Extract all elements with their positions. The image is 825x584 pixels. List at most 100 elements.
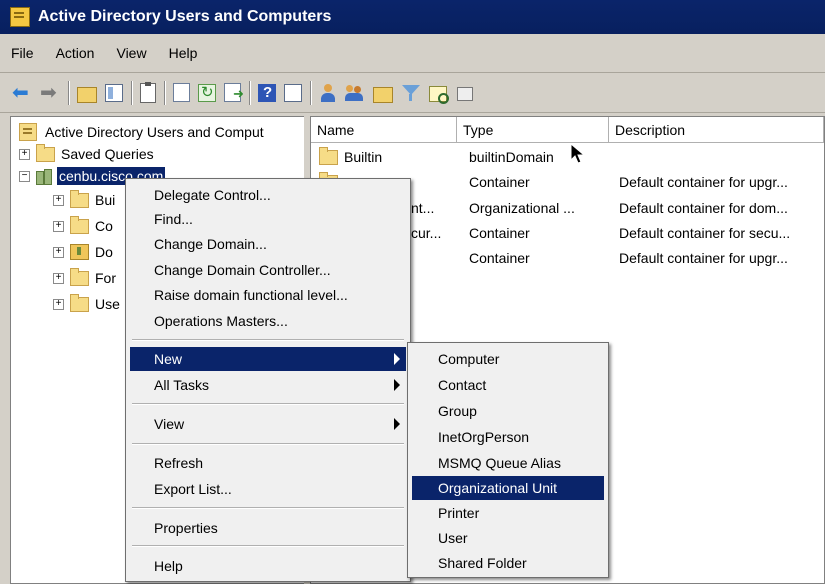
menu-item-properties[interactable]: Properties bbox=[130, 516, 406, 540]
tree-item-saved-queries[interactable]: + Saved Queries bbox=[19, 143, 154, 165]
show-hide-tree-icon[interactable] bbox=[105, 83, 123, 102]
view-icon[interactable] bbox=[284, 83, 302, 102]
tree-root[interactable]: Active Directory Users and Comput bbox=[19, 121, 264, 143]
submenu-item-computer[interactable]: Computer bbox=[412, 347, 604, 371]
submenu-item-shared-folder[interactable]: Shared Folder bbox=[412, 551, 604, 575]
menu-separator bbox=[132, 403, 404, 405]
tree-item-label: For bbox=[95, 270, 116, 286]
menu-view[interactable]: View bbox=[105, 45, 157, 61]
tree-root-label: Active Directory Users and Comput bbox=[45, 124, 264, 140]
menu-item-label: Group bbox=[438, 403, 477, 419]
column-header-description[interactable]: Description bbox=[609, 117, 824, 143]
expand-icon[interactable]: + bbox=[53, 220, 64, 232]
export-list-icon[interactable] bbox=[224, 83, 244, 102]
add-to-group-icon[interactable] bbox=[455, 84, 473, 102]
menu-item-label: InetOrgPerson bbox=[438, 429, 530, 445]
context-menu: Delegate Control... Find... Change Domai… bbox=[125, 178, 411, 582]
tree-item-foreign-security[interactable]: + For bbox=[53, 267, 116, 289]
menu-bar: File Action View Help bbox=[0, 34, 825, 73]
menu-separator bbox=[132, 507, 404, 509]
new-ou-icon[interactable] bbox=[373, 86, 393, 103]
back-arrow-icon[interactable] bbox=[12, 80, 32, 105]
expand-icon[interactable]: + bbox=[53, 246, 64, 258]
menu-item-label: Find... bbox=[154, 211, 193, 227]
menu-item-delegate-control[interactable]: Delegate Control... bbox=[130, 183, 406, 207]
up-folder-icon[interactable] bbox=[77, 86, 97, 103]
filter-icon[interactable] bbox=[401, 83, 421, 103]
list-row-type: builtinDomain bbox=[469, 145, 609, 169]
menu-item-label: Computer bbox=[438, 351, 500, 367]
tree-item-domain-controllers[interactable]: + Do bbox=[53, 241, 113, 263]
submenu-item-user[interactable]: User bbox=[412, 526, 604, 550]
new-user-icon[interactable] bbox=[319, 83, 337, 102]
cell-text: Default container for secu... bbox=[619, 225, 791, 241]
menu-item-label: New bbox=[154, 351, 183, 367]
menu-item-label: Properties bbox=[154, 520, 218, 536]
list-row-type: Container bbox=[469, 246, 609, 270]
menu-item-operations-masters[interactable]: Operations Masters... bbox=[130, 309, 406, 333]
submenu-item-inetorgperson[interactable]: InetOrgPerson bbox=[412, 425, 604, 449]
folder-icon bbox=[70, 189, 89, 208]
list-row-name[interactable]: nt... bbox=[411, 196, 457, 220]
menu-item-export-list[interactable]: Export List... bbox=[130, 477, 406, 501]
properties-icon[interactable] bbox=[173, 83, 190, 102]
menu-item-raise-domain-level[interactable]: Raise domain functional level... bbox=[130, 283, 406, 307]
expand-icon[interactable]: + bbox=[53, 272, 64, 284]
title-bar: Active Directory Users and Computers bbox=[0, 0, 825, 34]
menu-help[interactable]: Help bbox=[158, 45, 209, 61]
domain-icon bbox=[36, 168, 52, 185]
submenu-item-group[interactable]: Group bbox=[412, 399, 604, 423]
submenu-item-printer[interactable]: Printer bbox=[412, 501, 604, 525]
menu-item-all-tasks[interactable]: All Tasks bbox=[130, 373, 406, 397]
tree-item-label: Co bbox=[95, 218, 113, 234]
new-group-icon[interactable] bbox=[345, 83, 365, 103]
column-header-type[interactable]: Type bbox=[457, 117, 609, 143]
toolbar-separator bbox=[310, 80, 311, 105]
submenu-arrow-icon bbox=[394, 418, 400, 430]
folder-icon bbox=[70, 293, 89, 312]
menu-item-view[interactable]: View bbox=[130, 412, 406, 436]
refresh-icon[interactable] bbox=[198, 83, 216, 102]
submenu-item-organizational-unit[interactable]: Organizational Unit bbox=[412, 476, 604, 500]
menu-action[interactable]: Action bbox=[45, 45, 106, 61]
toolbar-separator bbox=[131, 80, 132, 105]
cell-text: Container bbox=[469, 225, 530, 241]
tree-item-label: Do bbox=[95, 244, 113, 260]
window-title: Active Directory Users and Computers bbox=[38, 8, 332, 25]
menu-item-refresh[interactable]: Refresh bbox=[130, 451, 406, 475]
submenu-item-contact[interactable]: Contact bbox=[412, 373, 604, 397]
folder-icon bbox=[36, 143, 55, 162]
list-row-description: Default container for upgr... bbox=[619, 246, 824, 270]
cell-text: Builtin bbox=[344, 149, 383, 165]
tree-item-computers[interactable]: + Co bbox=[53, 215, 113, 237]
menu-item-new[interactable]: New bbox=[130, 347, 406, 371]
new-submenu: Computer Contact Group InetOrgPerson MSM… bbox=[407, 342, 609, 578]
submenu-item-msmq-queue-alias[interactable]: MSMQ Queue Alias bbox=[412, 451, 604, 475]
menu-item-change-domain-controller[interactable]: Change Domain Controller... bbox=[130, 258, 406, 282]
list-row-name[interactable]: Builtin bbox=[319, 145, 455, 169]
menu-file[interactable]: File bbox=[0, 45, 45, 61]
clipboard-icon[interactable] bbox=[140, 81, 156, 103]
menu-item-help[interactable]: Help bbox=[130, 554, 406, 578]
help-icon[interactable] bbox=[258, 83, 276, 102]
tree-item-builtin[interactable]: + Bui bbox=[53, 189, 115, 211]
menu-item-label: MSMQ Queue Alias bbox=[438, 455, 561, 471]
column-header-name[interactable]: Name bbox=[311, 117, 457, 143]
menu-item-find[interactable]: Find... bbox=[130, 207, 406, 231]
collapse-icon[interactable]: − bbox=[19, 170, 30, 182]
menu-item-label: Export List... bbox=[154, 481, 232, 497]
expand-icon[interactable]: + bbox=[19, 148, 30, 160]
tree-item-users[interactable]: + Use bbox=[53, 293, 120, 315]
menu-item-label: All Tasks bbox=[154, 377, 209, 393]
list-row-name[interactable]: cur... bbox=[411, 221, 457, 245]
column-header-label: Name bbox=[317, 121, 355, 138]
toolbar-separator bbox=[164, 80, 165, 105]
expand-icon[interactable]: + bbox=[53, 194, 64, 206]
expand-icon[interactable]: + bbox=[53, 298, 64, 310]
menu-item-change-domain[interactable]: Change Domain... bbox=[130, 232, 406, 256]
forward-arrow-icon[interactable] bbox=[40, 80, 60, 105]
find-icon[interactable] bbox=[429, 86, 449, 104]
list-row-description: Default container for dom... bbox=[619, 196, 824, 220]
menu-item-label: Operations Masters... bbox=[154, 313, 288, 329]
cell-text: nt... bbox=[411, 200, 435, 216]
